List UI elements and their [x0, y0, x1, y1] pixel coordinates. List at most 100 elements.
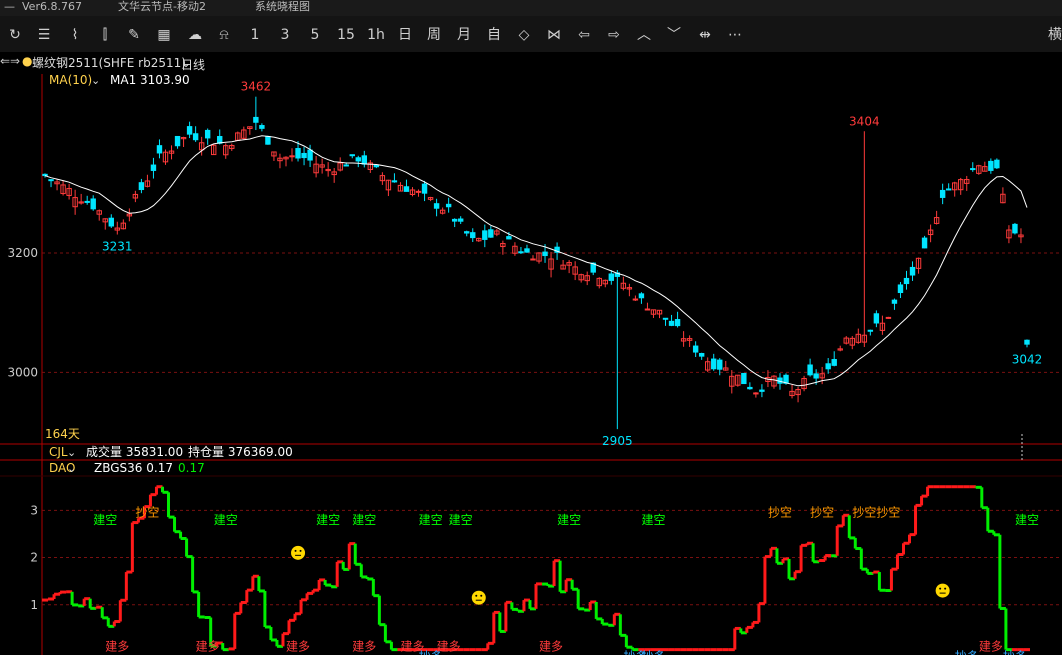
period-5[interactable]: 5 [308, 25, 322, 45]
ma-value: MA1 3103.90 [110, 73, 190, 87]
right-cut-label[interactable]: 横 [1048, 25, 1062, 45]
period-15[interactable]: 15 [336, 25, 356, 45]
period-3[interactable]: 3 [278, 25, 292, 45]
candle-body [885, 316, 892, 319]
system-label[interactable]: 系统晓程图 [255, 0, 310, 14]
signal-label: 建多 [979, 639, 1003, 653]
signal-label: 抄空 [852, 506, 876, 520]
server-label[interactable]: 文华云节点-移动2 [118, 0, 206, 14]
candle-body [403, 186, 410, 192]
smiley-eye [294, 549, 297, 552]
up-icon[interactable]: ︿ [634, 25, 654, 45]
chart-canvas[interactable]: 3200300034623231340429053042MA(10)⌄ MA1 3… [0, 70, 1062, 655]
days-label: 164天 [45, 427, 80, 441]
smiley-eye [480, 594, 483, 597]
candle-body [945, 188, 952, 191]
candle-body [891, 299, 898, 304]
period-1h[interactable]: 1h [366, 25, 386, 45]
signal-label: 抄空 [810, 506, 834, 520]
candle-body [289, 155, 295, 158]
candle-icon[interactable]: ⫿ [95, 25, 115, 45]
price-annotation: 3462 [241, 80, 272, 94]
candle-body [825, 363, 831, 370]
cloud-icon[interactable]: ☁ [184, 25, 206, 45]
ma10-line [44, 135, 1028, 387]
candle-body [265, 135, 271, 145]
candle-body [638, 293, 645, 299]
candle-body [421, 183, 428, 194]
signal-label: 建空 [316, 513, 340, 527]
candle-body [464, 231, 470, 234]
candle-body [741, 372, 747, 385]
more-icon[interactable]: ⋯ [725, 25, 745, 45]
draw-icon[interactable]: ✎ [124, 25, 144, 45]
candle-body [759, 389, 765, 392]
open-interest-value: 持仓量 376369.00 [188, 444, 293, 459]
candle-body [632, 298, 639, 301]
candle-body [84, 200, 90, 203]
swap-icon[interactable]: ⇐⇒ [0, 54, 20, 68]
candle-body [355, 157, 361, 162]
signal-label: 建多 [196, 639, 220, 653]
chevron-down-icon: ⌄ [181, 56, 192, 70]
candle-body [921, 237, 928, 249]
left-arrow-icon[interactable]: ⇦ [574, 25, 594, 45]
down-icon[interactable]: ﹀ [664, 25, 684, 45]
candle-body [415, 190, 422, 193]
dot-icon: ● [22, 54, 33, 68]
move-icon[interactable]: ⇹ [694, 25, 716, 45]
signal-label: 抄空 [135, 506, 159, 520]
candle-body [373, 164, 380, 168]
signal-label: 建空 [449, 513, 473, 527]
signal-label: 抄空 [876, 506, 900, 520]
signal-label: 建空 [641, 513, 665, 527]
period-month[interactable]: 月 [455, 25, 473, 45]
y-tick-label: 2 [30, 551, 38, 565]
right-arrow-icon[interactable]: ⇨ [604, 25, 624, 45]
candle-body [873, 313, 880, 324]
candle-body [451, 218, 458, 222]
signal-label: 建多 [286, 639, 310, 653]
period-custom[interactable]: 自 [485, 25, 503, 45]
list-icon[interactable]: ☰ [35, 25, 53, 45]
dao-value: 0.17 [178, 461, 205, 475]
candle-body [542, 251, 548, 257]
candle-body [698, 353, 705, 357]
smiley-eye [475, 594, 478, 597]
candle-body [295, 148, 301, 159]
menu-glyph[interactable]: — [4, 0, 15, 14]
line-chart-icon[interactable]: ⌇ [65, 25, 85, 45]
candle-body [307, 149, 313, 161]
period-week[interactable]: 周 [425, 25, 443, 45]
cjl-label: CJL [49, 445, 68, 459]
signal-label: 建空 [419, 513, 443, 527]
candle-body [391, 180, 398, 183]
expand-icon[interactable]: ◇ [514, 25, 534, 45]
period-day[interactable]: 日 [396, 25, 414, 45]
shrink-icon[interactable]: ⋈ [544, 25, 564, 45]
chevron-down-icon: ⌄ [67, 446, 76, 459]
symbol-label[interactable]: 螺纹钢2511(SHFE rb2511) [32, 54, 186, 71]
candle-body [186, 126, 193, 135]
candle-body [524, 248, 530, 253]
refresh-icon[interactable]: ↻ [6, 25, 24, 45]
candle-body [433, 203, 440, 209]
candle-body [217, 136, 223, 144]
candle-body [470, 232, 476, 239]
volume-value: 成交量 35831.00 [86, 444, 183, 459]
candle-body [711, 358, 717, 370]
candle-body [674, 319, 681, 327]
smiley-eye [939, 587, 942, 590]
candle-body [445, 203, 452, 208]
bell-icon[interactable]: ⍾ [215, 25, 233, 45]
period-1[interactable]: 1 [248, 25, 262, 45]
y-tick-label: 3 [30, 503, 38, 517]
table-icon[interactable]: ▦ [154, 25, 174, 45]
candle-body [644, 308, 651, 311]
smiley-icon [291, 545, 306, 560]
signal-label: 抄多 [641, 650, 665, 655]
candle-body [108, 217, 114, 227]
signal-label: 抄多 [955, 650, 979, 655]
price-annotation: 3231 [102, 240, 133, 254]
candle-body [192, 133, 199, 141]
